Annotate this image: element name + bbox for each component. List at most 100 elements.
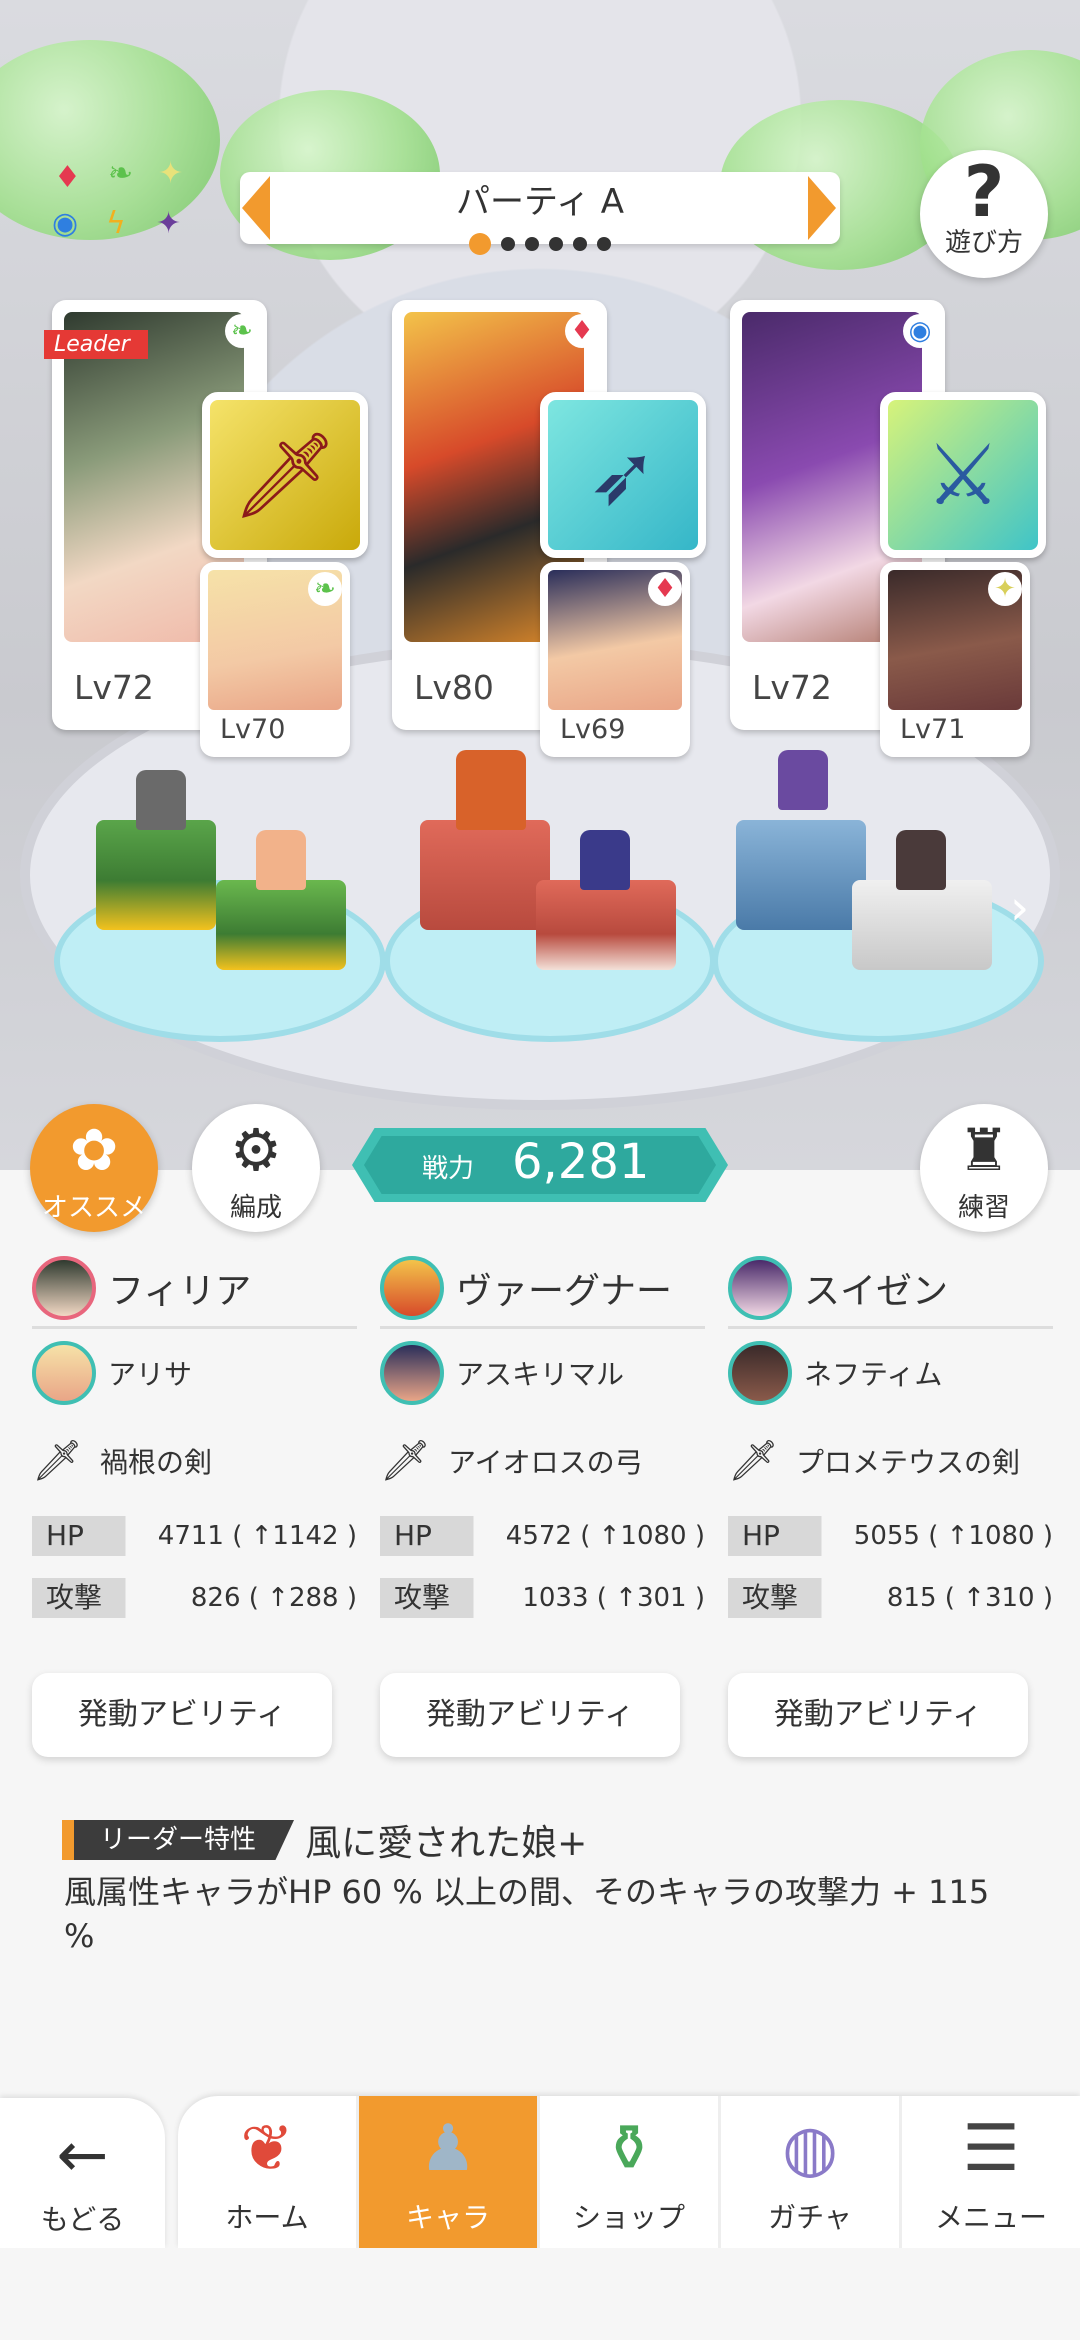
recommend-label: オススメ bbox=[41, 1193, 146, 1223]
sub-character-row[interactable]: アスキリマル bbox=[380, 1329, 705, 1417]
character-sprite bbox=[456, 750, 526, 830]
next-party-chevron-icon[interactable] bbox=[808, 176, 836, 240]
practice-button[interactable]: ♜ 練習 bbox=[920, 1104, 1048, 1232]
leader-skill-header: リーダー特性 風に愛された娘+ bbox=[62, 1814, 587, 1866]
attack-value: 815 ( ↑310 ) bbox=[886, 1583, 1053, 1613]
element-chart[interactable]: ♦ ❧ ✦ ◉ ϟ ✦ bbox=[50, 156, 200, 250]
thunder-icon: ϟ bbox=[106, 206, 126, 241]
bottom-nav: ❦ ホーム ♟ キャラ ⚱ ショップ ◍ ガチャ ☰ メニュー bbox=[178, 2096, 1080, 2248]
party-selector[interactable]: パーティ A bbox=[240, 172, 840, 255]
character-sprite bbox=[778, 750, 828, 810]
light-icon: ✦ bbox=[158, 156, 184, 191]
back-button[interactable]: ← もどる bbox=[0, 2098, 165, 2248]
recommend-button[interactable]: ✿ オススメ bbox=[30, 1104, 158, 1232]
weapon-row[interactable]: 🗡 アイオロスの弓 bbox=[380, 1417, 705, 1505]
sub-character-card-1[interactable]: ❧ Lv70 bbox=[200, 562, 350, 757]
avatar bbox=[380, 1341, 444, 1405]
nav-menu[interactable]: ☰ メニュー bbox=[902, 2096, 1080, 2248]
avatar bbox=[380, 1256, 444, 1320]
sub-character-name: ネフティム bbox=[804, 1358, 943, 1391]
sub-level: Lv71 bbox=[900, 714, 966, 745]
avatar bbox=[32, 1256, 96, 1320]
character-column-2: ヴァーグナー アスキリマル 🗡 アイオロスの弓 HP 4572 ( ↑1080 … bbox=[380, 1250, 705, 1629]
sub-character-row[interactable]: ネフティム bbox=[728, 1329, 1053, 1417]
weapon-icon: 🗡 bbox=[380, 1438, 431, 1484]
block-fire bbox=[536, 880, 676, 970]
block-fire bbox=[420, 820, 550, 930]
nav-shop[interactable]: ⚱ ショップ bbox=[540, 2096, 721, 2248]
nav-label: メニュー bbox=[934, 2201, 1047, 2234]
back-label: もどる bbox=[40, 2203, 125, 2236]
sub-character-row[interactable]: アリサ bbox=[32, 1329, 357, 1417]
leader-skill-description: 風属性キャラがHP 60 % 以上の間、そのキャラの攻撃力 + 115 % bbox=[64, 1873, 990, 1955]
fire-element-icon: ♦ bbox=[648, 572, 682, 606]
weapon-icon: 🗡 bbox=[32, 1438, 83, 1484]
sword-icon: ⚔ bbox=[925, 426, 1001, 524]
party-page-dots bbox=[240, 233, 840, 255]
weapon-name: 禍根の剣 bbox=[100, 1446, 213, 1479]
prev-party-chevron-icon[interactable] bbox=[242, 176, 270, 240]
fire-icon: ♦ bbox=[54, 160, 81, 195]
block-light bbox=[852, 880, 992, 970]
attack-value: 1033 ( ↑301 ) bbox=[522, 1583, 705, 1613]
water-icon: ◉ bbox=[52, 206, 79, 241]
shop-icon: ⚱ bbox=[602, 2112, 656, 2186]
weapon-slot-1[interactable]: 🗡 bbox=[202, 392, 368, 558]
main-level: Lv80 bbox=[414, 668, 494, 707]
leader-badge: Leader bbox=[44, 330, 148, 359]
nav-label: ホーム bbox=[225, 2201, 309, 2234]
hp-value: 5055 ( ↑1080 ) bbox=[853, 1521, 1053, 1551]
character-column-1: フィリア アリサ 🗡 禍根の剣 HP 4711 ( ↑1142 ) 攻撃 826… bbox=[32, 1250, 357, 1629]
weapon-row[interactable]: 🗡 禍根の剣 bbox=[32, 1417, 357, 1505]
hp-value: 4572 ( ↑1080 ) bbox=[505, 1521, 705, 1551]
power-value: 6,281 bbox=[512, 1134, 650, 1190]
attack-label: 攻撃 bbox=[32, 1578, 157, 1618]
weapon-row[interactable]: 🗡 プロメテウスの剣 bbox=[728, 1417, 1053, 1505]
nav-character[interactable]: ♟ キャラ bbox=[359, 2096, 540, 2248]
recommend-icon: ✿ bbox=[69, 1116, 119, 1184]
ability-button-2[interactable]: 発動アビリティ bbox=[380, 1673, 680, 1757]
block-wind bbox=[96, 820, 216, 930]
party-power: 戦力 6,281 bbox=[352, 1128, 728, 1202]
main-character-name: ヴァーグナー bbox=[456, 1271, 673, 1312]
block-water bbox=[736, 820, 866, 930]
sub-character-card-3[interactable]: ✦ Lv71 bbox=[880, 562, 1030, 757]
leader-skill-title: 風に愛された娘+ bbox=[305, 1823, 588, 1864]
character-sprite bbox=[896, 830, 946, 890]
page-dot bbox=[573, 237, 587, 251]
main-character-row[interactable]: フィリア bbox=[32, 1250, 357, 1329]
attack-value: 826 ( ↑288 ) bbox=[190, 1583, 357, 1613]
sub-character-name: アリサ bbox=[108, 1358, 193, 1391]
help-button[interactable]: ? 遊び方 bbox=[920, 150, 1048, 278]
avatar bbox=[728, 1341, 792, 1405]
weapon-slot-2[interactable]: ➶ bbox=[540, 392, 706, 558]
help-label: 遊び方 bbox=[944, 228, 1023, 258]
nav-gacha[interactable]: ◍ ガチャ bbox=[721, 2096, 902, 2248]
chevron-right-icon[interactable]: › bbox=[1010, 880, 1029, 936]
wind-element-icon: ❧ bbox=[225, 314, 259, 348]
formation-button[interactable]: ⚙ 編成 bbox=[192, 1104, 320, 1232]
nav-home[interactable]: ❦ ホーム bbox=[178, 2096, 359, 2248]
main-character-row[interactable]: ヴァーグナー bbox=[380, 1250, 705, 1329]
weapon-icon: 🗡 bbox=[728, 1438, 779, 1484]
hp-label: HP bbox=[32, 1516, 157, 1556]
leader-skill-tag: リーダー特性 bbox=[62, 1820, 295, 1860]
light-element-icon: ✦ bbox=[988, 572, 1022, 606]
water-element-icon: ◉ bbox=[903, 314, 937, 348]
attack-stat: 攻撃 815 ( ↑310 ) bbox=[728, 1567, 1053, 1629]
party-name: パーティ A bbox=[455, 182, 625, 222]
main-character-row[interactable]: スイゼン bbox=[728, 1250, 1053, 1329]
hp-label: HP bbox=[728, 1516, 853, 1556]
ability-button-3[interactable]: 発動アビリティ bbox=[728, 1673, 1028, 1757]
sub-character-card-2[interactable]: ♦ Lv69 bbox=[540, 562, 690, 757]
ability-button-1[interactable]: 発動アビリティ bbox=[32, 1673, 332, 1757]
sub-character-name: アスキリマル bbox=[456, 1358, 625, 1391]
weapon-slot-3[interactable]: ⚔ bbox=[880, 392, 1046, 558]
sub-level: Lv70 bbox=[220, 714, 286, 745]
formation-gear-icon: ⚙ bbox=[230, 1116, 282, 1184]
dark-icon: ✦ bbox=[156, 206, 182, 241]
main-level: Lv72 bbox=[74, 668, 154, 707]
nav-label: キャラ bbox=[405, 2201, 490, 2234]
back-arrow-icon: ← bbox=[56, 2118, 109, 2191]
hp-stat: HP 5055 ( ↑1080 ) bbox=[728, 1505, 1053, 1567]
